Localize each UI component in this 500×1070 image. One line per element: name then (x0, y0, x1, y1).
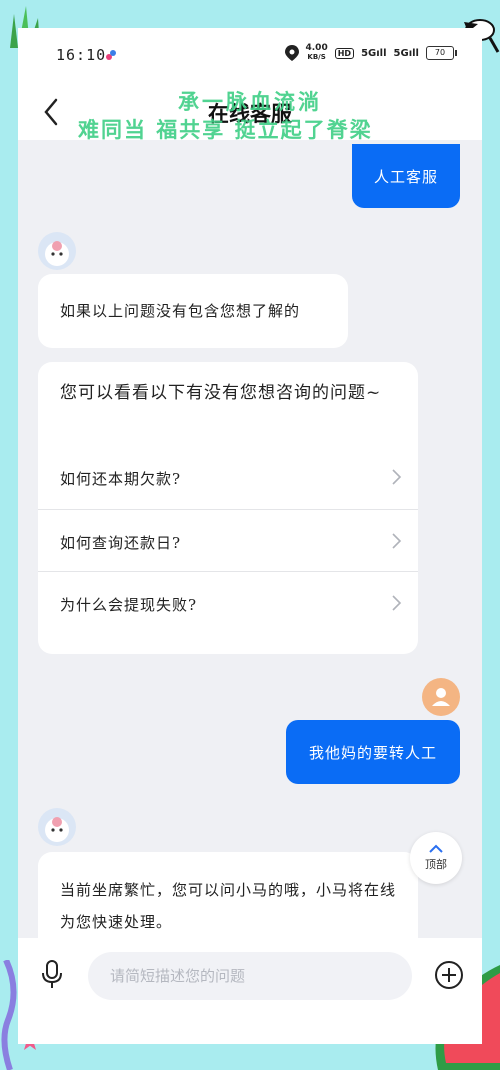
bot-message-text: 当前坐席繁忙，您可以问小马的哦，小马将在线为您快速处理。 (60, 881, 397, 931)
chat-area[interactable]: 人工客服 如果以上问题没有包含您想了解的 您可以看看以下有没有您想咨询的问题~ … (18, 140, 482, 952)
battery-icon: 70 (426, 46, 457, 60)
status-bar: 16:10 4.00 KB/S HD 5Gıll 5Gıll 70 (18, 28, 482, 84)
signal-5g-2: 5Gıll (393, 47, 419, 59)
robot-avatar-icon (45, 241, 69, 266)
bot-message-bubble: 当前坐席繁忙，您可以问小马的哦，小马将在线为您快速处理。 (38, 852, 418, 952)
question-label: 如何查询还款日? (60, 534, 182, 552)
user-avatar (422, 678, 460, 716)
signal-1-label: 5G (361, 47, 377, 59)
network-speed-value: 4.00 (305, 43, 328, 53)
bot-message-text: 如果以上问题没有包含您想了解的 (60, 302, 301, 320)
user-message-bubble: 人工客服 (352, 144, 460, 208)
chevron-up-icon (429, 844, 443, 853)
phone-screen: 16:10 4.00 KB/S HD 5Gıll 5Gıll 70 在线客服 人… (18, 28, 482, 1044)
signal-5g-1: 5Gıll (361, 47, 387, 59)
suggested-questions-card: 您可以看看以下有没有您想咨询的问题~ 如何还本期欠款? 如何查询还款日? 为什么… (38, 362, 418, 654)
message-input[interactable] (88, 952, 412, 1000)
person-icon (432, 688, 450, 706)
question-item[interactable]: 为什么会提现失败? (38, 571, 418, 634)
network-speed: 4.00 KB/S (306, 44, 328, 62)
user-message-bubble: 我他妈的要转人工 (286, 720, 460, 784)
add-plus-icon[interactable] (434, 960, 464, 990)
microphone-icon[interactable] (40, 960, 64, 990)
overlay-caption-line1: 承一脉血流淌 (178, 89, 322, 114)
question-label: 如何还本期欠款? (60, 470, 182, 488)
status-indicators: 4.00 KB/S HD 5Gıll 5Gıll 70 (284, 44, 457, 62)
hd-badge: HD (334, 47, 355, 59)
suggested-questions-header: 您可以看看以下有没有您想咨询的问题~ (60, 383, 382, 403)
network-speed-unit: KB/S (307, 53, 326, 61)
chevron-right-icon (392, 533, 402, 549)
question-label: 为什么会提现失败? (60, 596, 198, 614)
scroll-to-top-button[interactable]: 顶部 (410, 832, 462, 884)
question-item[interactable]: 如何还本期欠款? (38, 446, 418, 508)
chevron-right-icon (392, 469, 402, 485)
signal-2-label: 5G (393, 47, 409, 59)
scroll-to-top-label: 顶部 (425, 858, 447, 871)
sim-card-icon (106, 50, 116, 60)
input-bar (18, 938, 482, 1044)
question-item[interactable]: 如何查询还款日? (38, 509, 418, 572)
bot-avatar (38, 808, 76, 846)
robot-avatar-icon (45, 817, 69, 842)
location-icon (284, 45, 299, 61)
chevron-right-icon (392, 595, 402, 611)
bot-message-bubble: 如果以上问题没有包含您想了解的 (38, 274, 348, 348)
overlay-caption-line2: 难同当 福共享 挺立起了脊梁 (78, 117, 373, 142)
status-time: 16:10 (56, 46, 107, 64)
bot-avatar (38, 232, 76, 270)
